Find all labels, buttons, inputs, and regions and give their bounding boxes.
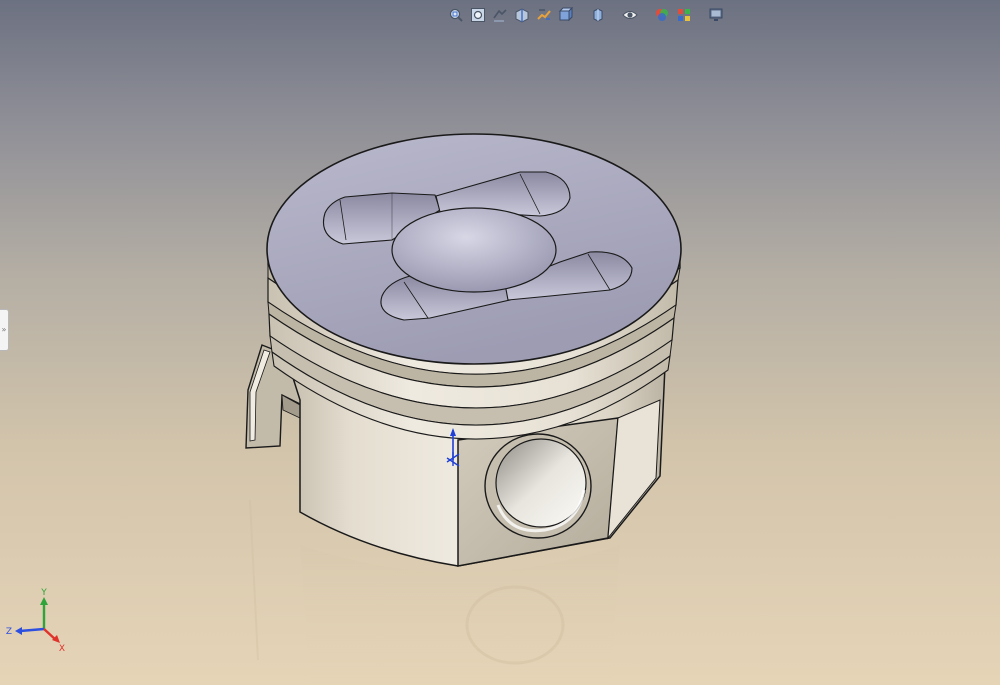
piston-crown — [266, 133, 682, 365]
graphics-area[interactable]: » Y Z X — [0, 0, 1000, 685]
reference-triad[interactable]: Y Z X — [0, 585, 80, 655]
combustion-dome — [391, 207, 557, 293]
triad-x-label: X — [59, 644, 65, 654]
piston-model[interactable] — [0, 0, 1000, 685]
triad-z-axis — [19, 627, 45, 633]
triad-y-label: Y — [40, 588, 47, 598]
triad-z-label: Z — [6, 627, 12, 637]
